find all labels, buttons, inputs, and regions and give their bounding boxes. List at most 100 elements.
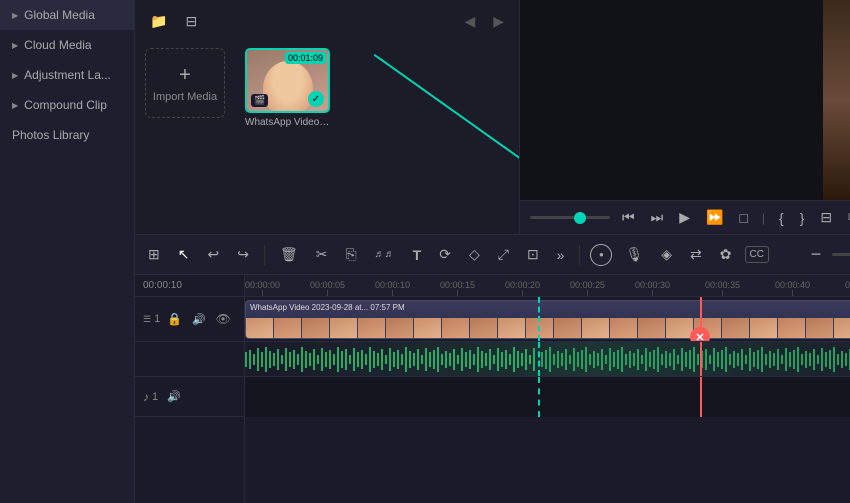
film-frame — [386, 318, 414, 339]
audio-cut-indicator — [538, 342, 540, 376]
toolbar-more[interactable]: » — [552, 244, 570, 266]
film-frame — [246, 318, 274, 339]
film-frame — [750, 318, 778, 339]
zoom-controls-group: − + + — [806, 241, 850, 268]
film-frame — [442, 318, 470, 339]
media-browser: 📁 ⊟ ◀ ▶ + Import Media — [135, 0, 520, 234]
media-grid: + Import Media 00:01:09 ✓ — [145, 48, 509, 128]
nav-right-btn[interactable]: ▶ — [488, 10, 509, 33]
music-mute-btn[interactable]: 🔊 — [165, 388, 183, 405]
music-playhead — [700, 377, 702, 417]
timeline-toolbar: ⊞ ↖ ↩ ↪ 🗑 ✂ ⎘ ♬♬ T ⟳ ◇ ⤢ ⊡ » ● 🎙 ◈ ⇄ ✿ C… — [135, 235, 850, 275]
play-btn[interactable]: ▶ — [675, 207, 694, 228]
film-frame — [554, 318, 582, 339]
bracket-open-btn[interactable]: { — [775, 208, 788, 228]
sidebar-item-photos-library[interactable]: Photos Library — [0, 120, 134, 150]
preview-video-frame: spectator... — [520, 0, 850, 200]
sidebar-item-adjustment[interactable]: ▶ Adjustment La... — [0, 60, 134, 90]
toolbar-speed[interactable]: ⟳ — [434, 243, 456, 266]
film-frame — [638, 318, 666, 339]
step-fwd-btn[interactable]: ⏩ — [702, 207, 727, 228]
toolbar-text[interactable]: T — [408, 244, 427, 266]
preview-person: spectator... — [823, 0, 850, 200]
toolbar-crop[interactable]: ⊡ — [522, 243, 544, 266]
waveform-svg — [245, 342, 850, 376]
track-mute-btn[interactable]: 🔊 — [190, 311, 208, 328]
toolbar-copy[interactable]: ⎘ — [340, 243, 361, 266]
sidebar-item-cloud-media[interactable]: ▶ Cloud Media — [0, 30, 134, 60]
film-frame — [302, 318, 330, 339]
speed-track — [530, 216, 610, 219]
video-preview-panel: spectator... ⏮ ⏭ ▶ — [520, 0, 850, 234]
toolbar-mic[interactable]: 🎙 — [620, 243, 648, 266]
toolbar-caption[interactable]: CC — [745, 246, 769, 263]
toolbar-record-btn[interactable]: ● — [590, 244, 612, 266]
sidebar-label-global-media: Global Media — [24, 8, 95, 22]
audio-track-header — [135, 342, 244, 377]
import-media-button[interactable]: + Import Media — [145, 48, 225, 118]
pip-btn[interactable]: ⧉ — [844, 207, 850, 228]
zoom-slider[interactable] — [832, 253, 850, 256]
step-back-btn[interactable]: ⏭ — [647, 207, 668, 228]
film-frame — [358, 318, 386, 339]
zoom-out-btn[interactable]: − — [806, 241, 827, 268]
sidebar-item-compound-clip[interactable]: ▶ Compound Clip — [0, 90, 134, 120]
playhead-x-btn[interactable]: ✕ — [690, 327, 710, 342]
fullscreen-btn[interactable]: □ — [735, 208, 751, 228]
import-media-label: Import Media — [153, 91, 217, 103]
arrow-icon: ▶ — [12, 71, 18, 80]
toolbar-transition[interactable]: ⇄ — [685, 243, 707, 266]
audio-playhead — [700, 342, 702, 376]
filmstrip-frames — [246, 318, 850, 339]
sidebar: ▶ Global Media ▶ Cloud Media ▶ Adjustmen… — [0, 0, 135, 503]
film-frame — [330, 318, 358, 339]
grid-btn[interactable]: ⊟ — [180, 10, 202, 33]
video-type-icon: 🎬 — [251, 94, 268, 107]
plus-icon: + — [179, 64, 191, 87]
layout-btn[interactable]: ⊟ — [816, 207, 836, 228]
nav-left-btn[interactable]: ◀ — [459, 10, 480, 33]
main-content: 📁 ⊟ ◀ ▶ + Import Media — [135, 0, 850, 503]
arrow-icon: ▶ — [12, 11, 18, 20]
ruler-marks: 00:00:00 00:00:05 00:00:10 00:00:15 — [245, 275, 850, 296]
filmstrip — [246, 313, 850, 339]
toolbar-keyframe[interactable]: ◇ — [464, 243, 485, 266]
ruler-mark-5: 00:00:05 — [310, 280, 345, 296]
toolbar-transform[interactable]: ⤢ — [493, 243, 514, 266]
sidebar-label-photos-library: Photos Library — [12, 128, 89, 142]
film-frame — [610, 318, 638, 339]
toolbar-delete[interactable]: 🗑 — [275, 243, 303, 266]
film-frame — [806, 318, 834, 339]
toolbar-sep-1 — [264, 245, 265, 265]
ruler-mark-40: 00:00:40 — [775, 280, 810, 296]
record-icon: ● — [599, 250, 604, 259]
speed-slider[interactable] — [530, 216, 610, 219]
rewind-btn[interactable]: ⏮ — [618, 207, 639, 228]
check-icon: ✓ — [308, 91, 324, 107]
toolbar-cut[interactable]: ✂ — [311, 243, 333, 266]
sidebar-item-global-media[interactable]: ▶ Global Media — [0, 0, 134, 30]
media-clip-thumbnail[interactable]: 00:01:09 ✓ 🎬 WhatsApp Video 202... — [245, 48, 330, 128]
toolbar-undo[interactable]: ↩ — [202, 243, 224, 266]
toolbar-select-all[interactable]: ⊞ — [143, 243, 165, 266]
toolbar-audio[interactable]: ♬♬ — [370, 246, 400, 263]
media-actions-bar: 📁 ⊟ ◀ ▶ — [145, 10, 509, 33]
track-lock-btn[interactable]: 🔒 — [165, 310, 184, 328]
ruler-mark-45: 00:00:45 — [845, 280, 850, 296]
music-track-lane — [245, 377, 850, 417]
cut-indicator — [538, 297, 540, 341]
toolbar-redo[interactable]: ↪ — [232, 243, 254, 266]
toolbar-effect[interactable]: ◈ — [656, 243, 677, 266]
ruler-mark-35: 00:00:35 — [705, 280, 740, 296]
bracket-close-btn[interactable]: } — [796, 208, 809, 228]
ruler-mark-20: 00:00:20 — [505, 280, 540, 296]
toolbar-pointer[interactable]: ↖ — [173, 243, 195, 266]
toolbar-sticker[interactable]: ✿ — [715, 243, 737, 266]
film-frame — [582, 318, 610, 339]
ruler-mark-10: 00:00:10 — [375, 280, 410, 296]
folder-btn[interactable]: 📁 — [145, 10, 172, 33]
preview-screen: spectator... — [520, 0, 850, 200]
app-container: ▶ Global Media ▶ Cloud Media ▶ Adjustmen… — [0, 0, 850, 503]
video-clip[interactable]: WhatsApp Video 2023-09-28 at... 07:57 PM — [245, 300, 850, 339]
track-visibility-btn[interactable]: 👁 — [214, 310, 233, 328]
